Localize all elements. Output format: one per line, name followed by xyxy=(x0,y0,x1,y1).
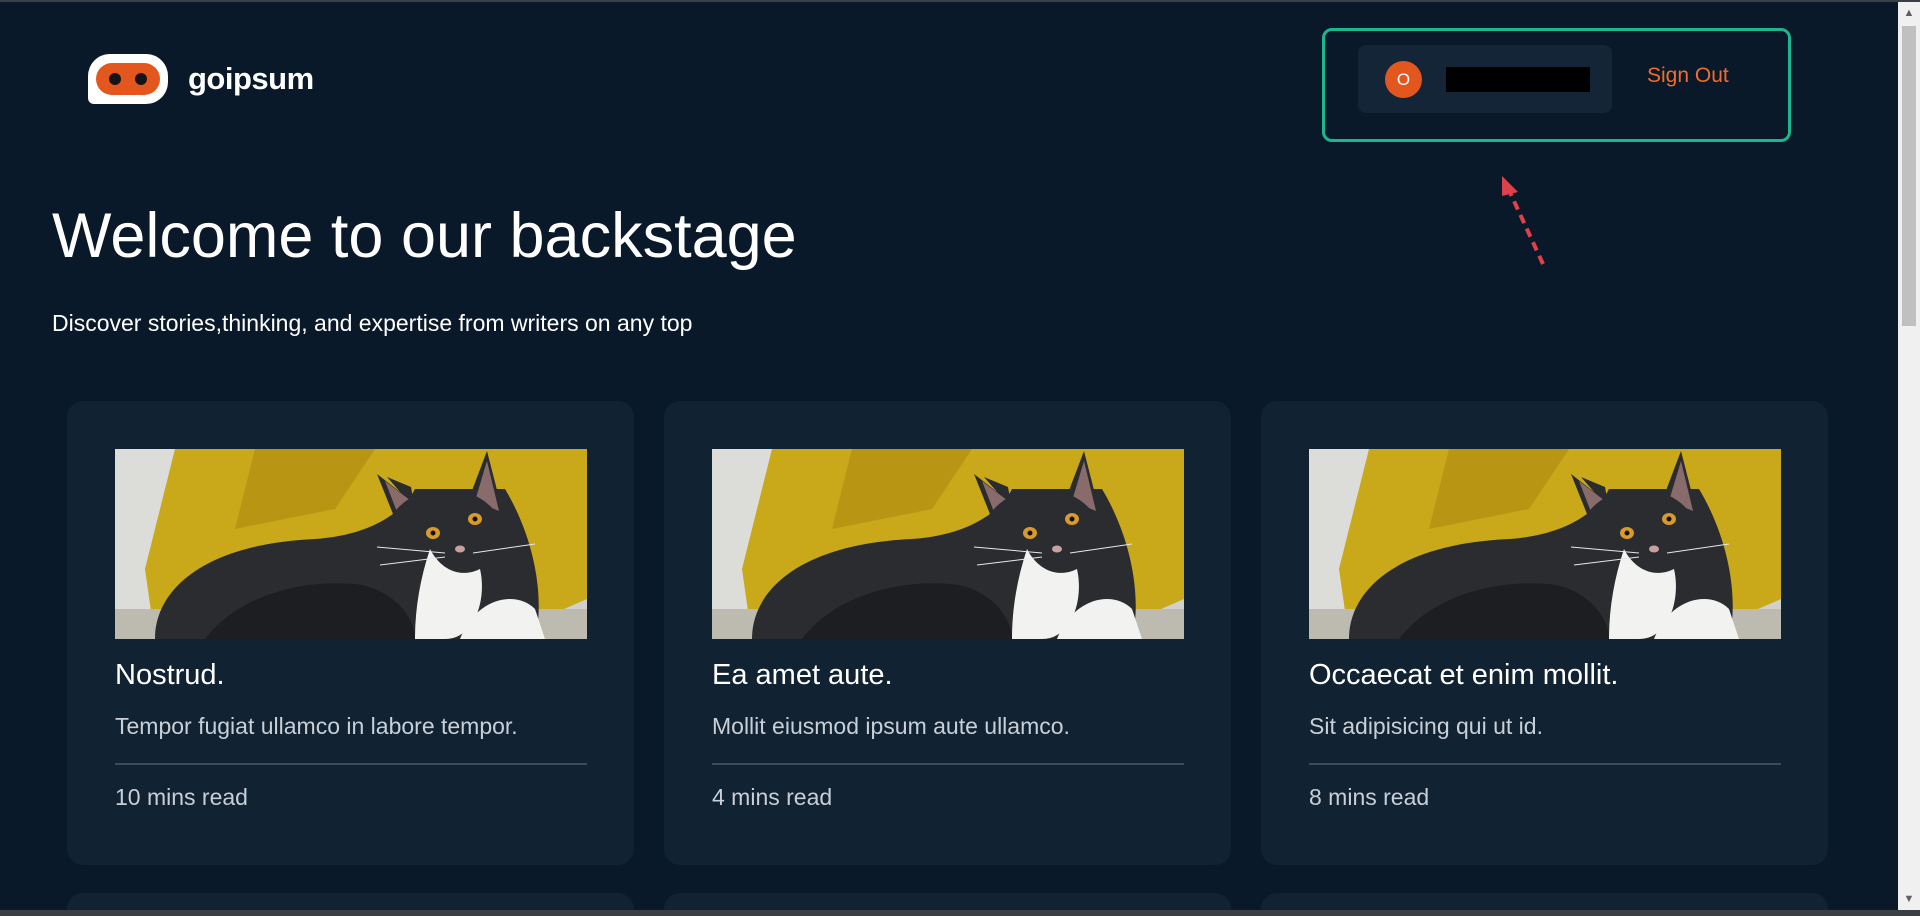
post-card-grid-row-2 xyxy=(67,893,1828,910)
page-subtitle: Discover stories,thinking, and expertise… xyxy=(52,310,693,336)
post-title[interactable]: Occaecat et enim mollit. xyxy=(1309,659,1618,692)
post-card-partial[interactable] xyxy=(664,893,1231,910)
scroll-up-arrow-icon[interactable]: ▲ xyxy=(1898,2,1920,24)
card-divider xyxy=(712,763,1184,765)
avatar: O xyxy=(1385,61,1422,98)
user-panel: O Sign Out xyxy=(1322,28,1791,142)
post-card-partial[interactable] xyxy=(67,893,634,910)
card-divider xyxy=(1309,763,1781,765)
post-card[interactable]: Nostrud. Tempor fugiat ullamco in labore… xyxy=(67,401,634,865)
scroll-down-arrow-icon[interactable]: ▼ xyxy=(1898,888,1920,910)
annotation-arrow-icon xyxy=(1502,176,1545,265)
scrollbar-thumb[interactable] xyxy=(1902,26,1916,326)
page-title: Welcome to our backstage xyxy=(52,201,797,271)
sign-out-button[interactable]: Sign Out xyxy=(1647,64,1729,88)
goipsum-logo-icon xyxy=(88,54,168,104)
post-title[interactable]: Nostrud. xyxy=(115,659,225,692)
post-read-time: 8 mins read xyxy=(1309,784,1430,810)
window-bottom-edge xyxy=(0,910,1920,916)
cat-photo-image xyxy=(115,449,587,639)
post-card-partial[interactable] xyxy=(1261,893,1828,910)
post-description: Tempor fugiat ullamco in labore tempor. xyxy=(115,713,518,739)
brand-name: goipsum xyxy=(188,61,314,96)
vertical-scrollbar[interactable]: ▲ ▼ xyxy=(1898,2,1920,910)
post-description: Sit adipisicing qui ut id. xyxy=(1309,713,1543,739)
post-description: Mollit eiusmod ipsum aute ullamco. xyxy=(712,713,1070,739)
post-card-grid: Nostrud. Tempor fugiat ullamco in labore… xyxy=(67,401,1828,865)
user-name-redacted xyxy=(1446,67,1590,92)
cat-photo-image xyxy=(712,449,1184,639)
post-read-time: 10 mins read xyxy=(115,784,248,810)
post-card[interactable]: Ea amet aute. Mollit eiusmod ipsum aute … xyxy=(664,401,1231,865)
card-divider xyxy=(115,763,587,765)
post-read-time: 4 mins read xyxy=(712,784,833,810)
user-profile-chip[interactable]: O xyxy=(1358,45,1612,113)
page-viewport: goipsum O Sign Out Welcome to our backst… xyxy=(0,2,1898,910)
post-title[interactable]: Ea amet aute. xyxy=(712,659,893,692)
brand-logo[interactable]: goipsum xyxy=(88,54,314,104)
post-card[interactable]: Occaecat et enim mollit. Sit adipisicing… xyxy=(1261,401,1828,865)
cat-photo-image xyxy=(1309,449,1781,639)
